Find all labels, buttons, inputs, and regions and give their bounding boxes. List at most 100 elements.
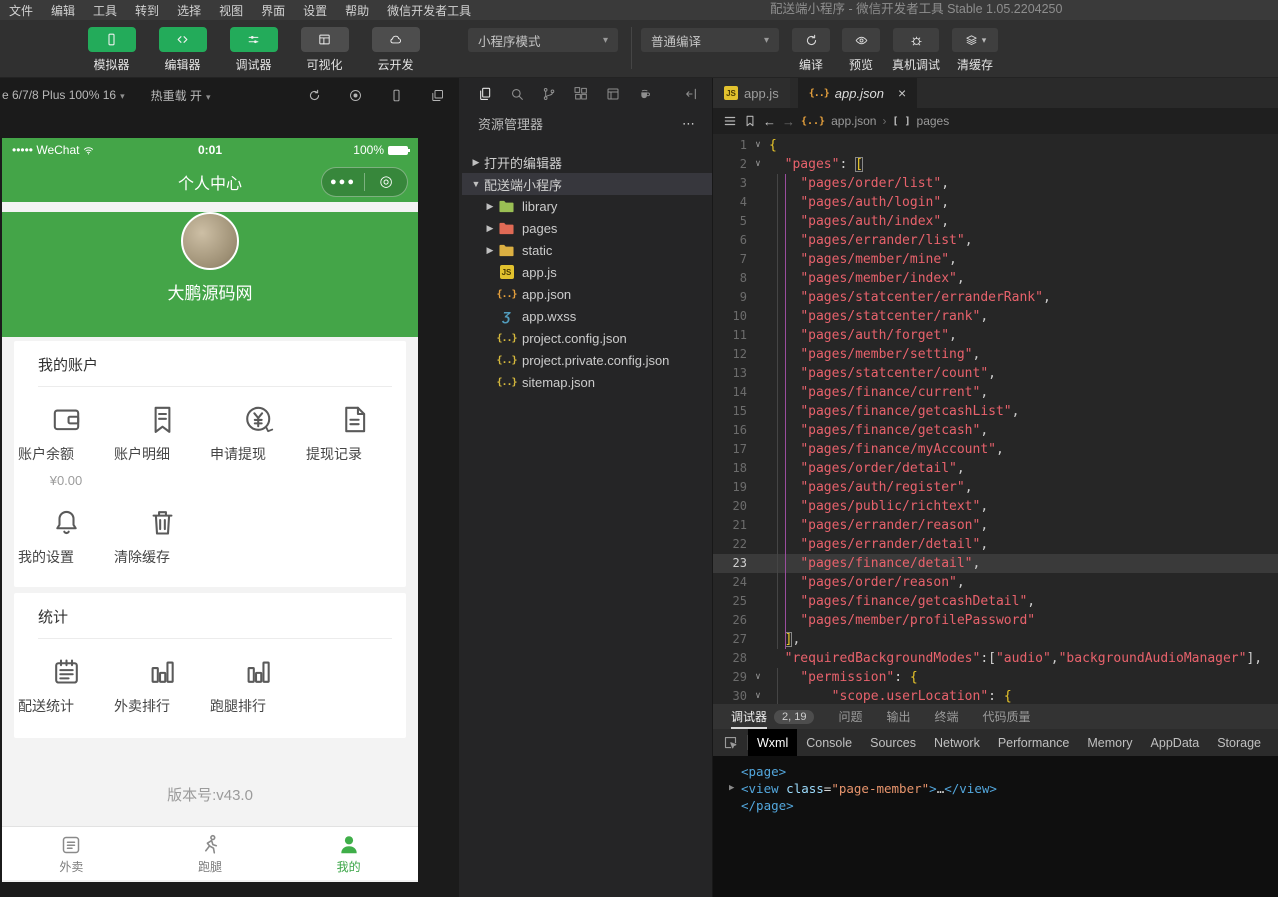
debugger-tab-输出[interactable]: 输出 [887, 704, 911, 729]
account-item[interactable]: 清除缓存 [114, 506, 210, 567]
account-item[interactable]: 账户明细 [114, 403, 210, 488]
action-button-cache[interactable]: ▾ 清缓存 [952, 27, 998, 73]
bookmark-icon[interactable] [743, 114, 757, 128]
phone-tab-item[interactable]: 跑腿 [141, 827, 280, 880]
fold-arrow-icon[interactable]: ∨ [747, 155, 769, 174]
forward-icon[interactable]: → [782, 114, 795, 129]
phone-tab-item[interactable]: 外卖 [2, 827, 141, 880]
compile-select[interactable]: 普通编译 ▾ [641, 28, 779, 52]
menu-item-4[interactable]: 选择 [168, 2, 210, 19]
devtools-tab-Sources[interactable]: Sources [861, 729, 925, 756]
debugger-tab-终端[interactable]: 终端 [935, 704, 959, 729]
tree-section-project[interactable]: ▼ 配送端小程序 [462, 173, 712, 195]
close-icon[interactable]: × [898, 85, 906, 101]
mode-select[interactable]: 小程序模式 ▾ [468, 28, 618, 52]
devtools-tab-Network[interactable]: Network [925, 729, 989, 756]
phone-tab-bar: 外卖 跑腿 我的 [2, 826, 418, 880]
toolbar-button-inspector[interactable]: 调试器 [226, 27, 281, 73]
window-icon[interactable] [605, 86, 621, 102]
menu-item-6[interactable]: 界面 [252, 2, 294, 19]
simulator-icon [104, 32, 119, 47]
files-icon[interactable] [477, 86, 493, 102]
menu-item-5[interactable]: 视图 [210, 2, 252, 19]
editor-tab-app.js[interactable]: JS app.js [713, 78, 790, 108]
devtools-tab-Memory[interactable]: Memory [1078, 729, 1141, 756]
capsule-home-button[interactable]: ◎ [365, 168, 407, 196]
action-button-preview[interactable]: 预览 [842, 27, 880, 73]
devtools-tab-AppData[interactable]: AppData [1142, 729, 1209, 756]
phone-tab-label: 跑腿 [141, 858, 280, 875]
phone-icon[interactable] [389, 88, 404, 103]
wxml-node[interactable]: <page> [729, 763, 1278, 780]
line-number: 30 [713, 687, 747, 704]
fold-gutter [747, 649, 769, 668]
tree-folder-pages[interactable]: ▶ pages [462, 217, 712, 239]
menu-item-7[interactable]: 设置 [294, 2, 336, 19]
menu-item-8[interactable]: 帮助 [336, 2, 378, 19]
devtools-tab-Wxml[interactable]: Wxml [748, 729, 797, 756]
inspect-element-icon[interactable] [713, 729, 747, 756]
record-icon[interactable] [348, 88, 363, 103]
tree-file-app.json[interactable]: {..} app.json [462, 283, 712, 305]
tree-file-app.js[interactable]: JS app.js [462, 261, 712, 283]
tree-file-project.private.config.json[interactable]: {..} project.private.config.json [462, 349, 712, 371]
tree-section-open-editors[interactable]: ▶ 打开的编辑器 [462, 151, 712, 173]
toolbar-button-visual[interactable]: 可视化 [297, 27, 352, 73]
account-item[interactable]: 提现记录 [306, 403, 402, 488]
account-item[interactable]: 我的设置 [18, 506, 114, 567]
git-icon[interactable] [541, 86, 557, 102]
toolbar-button-cloud[interactable]: 云开发 [368, 27, 423, 73]
back-icon[interactable]: ← [763, 114, 776, 129]
device-select[interactable]: e 6/7/8 Plus 100% 16▾ [2, 88, 125, 102]
wxml-node[interactable]: ▶ <view class="page-member">…</view> [729, 780, 1278, 797]
menu-item-2[interactable]: 工具 [84, 2, 126, 19]
tree-file-project.config.json[interactable]: {..} project.config.json [462, 327, 712, 349]
code-editor[interactable]: 1 ∨ { 2 ∨ "pages": [ 3 "pages/order/list… [713, 134, 1278, 704]
debugger-tab-问题[interactable]: 问题 [838, 704, 862, 729]
collapse-panel-icon[interactable] [683, 86, 699, 102]
account-item[interactable]: 账户余额 ¥0.00 [18, 403, 114, 488]
expand-arrow-icon[interactable]: ▶ [729, 780, 741, 797]
devtools-tab-Performance[interactable]: Performance [989, 729, 1079, 756]
search-icon[interactable] [509, 86, 525, 102]
tea-icon[interactable] [637, 86, 653, 102]
tree-file-sitemap.json[interactable]: {..} sitemap.json [462, 371, 712, 393]
fold-arrow-icon[interactable]: ∨ [747, 668, 769, 687]
action-button-compile[interactable]: 编译 [792, 27, 830, 73]
breadcrumb-node[interactable]: pages [917, 114, 950, 128]
line-number: 3 [713, 174, 747, 193]
multi-window-icon[interactable] [430, 88, 445, 103]
stats-item[interactable]: 配送统计 [18, 655, 114, 716]
editor-tab-app.json[interactable]: {..} app.json × [798, 78, 917, 108]
toolbar-button-editor[interactable]: 编辑器 [155, 27, 210, 73]
devtools-tab-Storage[interactable]: Storage [1208, 729, 1270, 756]
stats-item[interactable]: 跑腿排行 [210, 655, 306, 716]
tree-folder-static[interactable]: ▶ static [462, 239, 712, 261]
tree-folder-library[interactable]: ▶ library [462, 195, 712, 217]
debugger-tab-调试器[interactable]: 调试器 2, 19 [731, 704, 814, 729]
capsule-more-button[interactable]: ●●● [322, 167, 364, 197]
extensions-icon[interactable] [573, 86, 589, 102]
devtools-tab-Console[interactable]: Console [797, 729, 861, 756]
tree-file-app.wxss[interactable]: Ʒ app.wxss [462, 305, 712, 327]
more-actions-icon[interactable]: ⋯ [682, 116, 696, 132]
phone-tab-active[interactable]: 我的 [279, 827, 418, 880]
menu-item-9[interactable]: 微信开发者工具 [378, 2, 480, 19]
fold-gutter [747, 364, 769, 383]
action-button-device-debug[interactable]: 真机调试 [892, 27, 940, 73]
menu-item-1[interactable]: 编辑 [42, 2, 84, 19]
toolbar-button-simulator[interactable]: 模拟器 [84, 27, 139, 73]
account-item[interactable]: 申请提现 [210, 403, 306, 488]
hot-reload-toggle[interactable]: 热重载 开▾ [151, 87, 211, 104]
wxml-node[interactable]: </page> [729, 797, 1278, 814]
refresh-icon[interactable] [307, 88, 322, 103]
menu-item-0[interactable]: 文件 [0, 2, 42, 19]
menu-item-3[interactable]: 转到 [126, 2, 168, 19]
breadcrumb-file[interactable]: app.json [831, 114, 876, 128]
fold-arrow-icon[interactable]: ∨ [747, 687, 769, 704]
outline-icon[interactable] [723, 114, 737, 128]
fold-arrow-icon[interactable]: ∨ [747, 136, 769, 155]
avatar[interactable] [181, 212, 239, 270]
debugger-tab-代码质量[interactable]: 代码质量 [983, 704, 1031, 729]
stats-item[interactable]: 外卖排行 [114, 655, 210, 716]
